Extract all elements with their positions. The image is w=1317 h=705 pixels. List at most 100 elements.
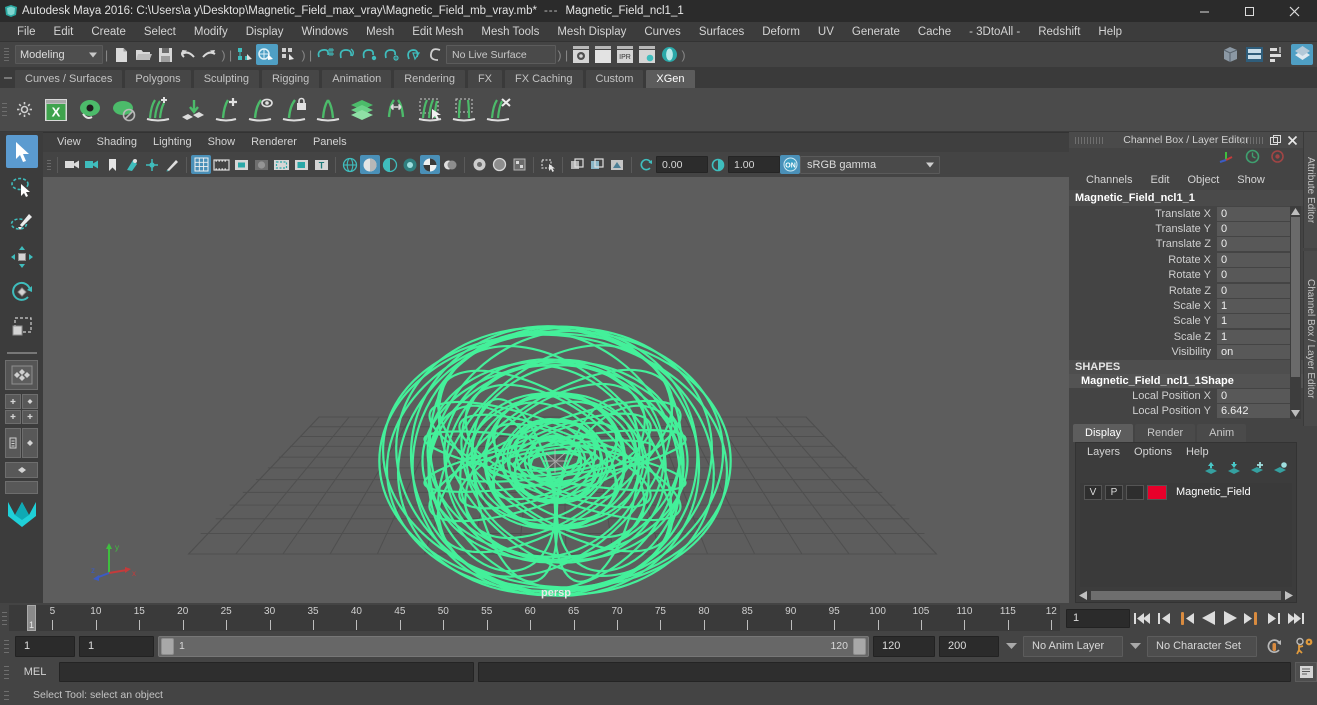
range-end-handle[interactable] [853, 637, 866, 655]
layout-preset-bar[interactable] [5, 481, 38, 494]
auto-keyframe-icon[interactable] [1261, 637, 1287, 656]
xgen-add-guide-icon[interactable] [209, 92, 243, 128]
layer-menu-layers[interactable]: Layers [1080, 443, 1127, 461]
persp-graph-layout-button[interactable] [5, 462, 38, 478]
hypershade-render-view-icon[interactable] [658, 44, 680, 65]
xgen-view-guide-icon[interactable] [243, 92, 277, 128]
menu-modify[interactable]: Modify [185, 22, 237, 42]
shaded-wireframe-icon[interactable] [380, 155, 400, 174]
snap-to-grid-icon[interactable] [314, 44, 336, 65]
panel-gripper-left[interactable] [1075, 136, 1103, 144]
channel-value-field[interactable]: 1 [1217, 314, 1293, 329]
menu-set-selector[interactable]: Modeling [15, 45, 103, 64]
channel-value-field[interactable]: 1 [1217, 299, 1293, 314]
motion-blur-icon[interactable] [489, 155, 509, 174]
current-time-indicator[interactable]: 1 [27, 605, 36, 631]
menu-mesh-display[interactable]: Mesh Display [548, 22, 635, 42]
menu-generate[interactable]: Generate [843, 22, 909, 42]
shelf-tab-fx-caching[interactable]: FX Caching [504, 69, 584, 88]
shelf-tab-polygons[interactable]: Polygons [124, 69, 192, 88]
gamma-field[interactable]: 1.00 [728, 156, 780, 173]
viewport-toolbar-gripper[interactable] [45, 154, 53, 175]
tab-render[interactable]: Render [1135, 423, 1196, 442]
channel-value-field[interactable]: 6.642 [1217, 403, 1293, 418]
rotate-tool-button[interactable] [6, 275, 38, 308]
layer-new-from-selected-icon[interactable] [1273, 461, 1288, 480]
safe-title-icon[interactable] [291, 155, 311, 174]
range-end-field[interactable]: 120 [873, 635, 935, 657]
range-start-field[interactable]: 1 [79, 635, 154, 657]
scroll-down-arrow-icon[interactable] [1290, 409, 1301, 419]
grease-pencil-icon[interactable] [162, 155, 182, 174]
tab-display[interactable]: Display [1073, 423, 1134, 442]
scale-tool-button[interactable] [6, 310, 38, 343]
help-line-gripper[interactable] [2, 682, 11, 705]
panel-gripper-right[interactable] [1241, 136, 1263, 144]
multisample-icon[interactable] [509, 155, 529, 174]
screen-space-ao-icon[interactable] [469, 155, 489, 174]
layer-state-toggle[interactable] [1126, 484, 1144, 500]
channel-box-menu-show[interactable]: Show [1228, 170, 1274, 190]
menu-mesh[interactable]: Mesh [357, 22, 403, 42]
channel-box-scrollbar[interactable] [1290, 206, 1301, 419]
perspective-viewport[interactable]: y x z persp [43, 177, 1069, 603]
quad-view-bottom-left[interactable] [5, 409, 21, 424]
shelf-options-gear-icon[interactable] [9, 101, 39, 118]
xray-icon[interactable] [567, 155, 587, 174]
two-d-pan-zoom-icon[interactable] [142, 155, 162, 174]
script-editor-icon[interactable] [1295, 662, 1317, 682]
quad-view-bottom-right[interactable] [22, 409, 38, 424]
undock-panel-icon[interactable] [1268, 133, 1282, 147]
save-scene-icon[interactable] [154, 44, 176, 65]
select-by-hierarchy-icon[interactable] [234, 44, 256, 65]
step-back-frame-icon[interactable] [1176, 608, 1196, 628]
lasso-select-tool-button[interactable] [6, 170, 38, 203]
channel-value-field[interactable]: 0 [1217, 222, 1293, 237]
menu-curves[interactable]: Curves [635, 22, 689, 42]
redo-render-icon[interactable] [592, 44, 614, 65]
exposure-field[interactable]: 0.00 [656, 156, 708, 173]
viewport-menu-lighting[interactable]: Lighting [145, 133, 200, 152]
render-settings-icon[interactable] [636, 44, 658, 65]
step-back-keyframe-icon[interactable] [1154, 608, 1174, 628]
quad-view-top-right[interactable] [22, 394, 38, 409]
show-hide-attribute-editor-icon[interactable] [1243, 44, 1265, 65]
layer-row[interactable]: V P Magnetic_Field [1080, 483, 1292, 502]
xgen-editor-icon[interactable]: X [39, 92, 73, 128]
side-tab-channel-box[interactable]: Channel Box / Layer Editor [1303, 251, 1317, 426]
range-start-handle[interactable] [161, 637, 174, 655]
xgen-disable-preview-icon[interactable] [107, 92, 141, 128]
scroll-thumb[interactable] [1291, 217, 1300, 377]
xgen-mirror-guide-icon[interactable] [379, 92, 413, 128]
ipr-render-icon[interactable]: IPR [614, 44, 636, 65]
menu-mesh-tools[interactable]: Mesh Tools [472, 22, 548, 42]
channel-value-field[interactable]: 0 [1217, 268, 1293, 283]
new-scene-icon[interactable] [110, 44, 132, 65]
maximize-button[interactable] [1227, 0, 1272, 22]
menu-file[interactable]: File [8, 22, 45, 42]
layer-move-down-icon[interactable] [1227, 461, 1242, 480]
play-backwards-icon[interactable] [1198, 608, 1218, 628]
time-slider-gripper[interactable] [0, 605, 9, 631]
channel-value-field[interactable]: 0 [1217, 388, 1293, 403]
anim-layer-dropdown-icon[interactable] [1003, 642, 1019, 650]
snap-to-projected-center-icon[interactable] [380, 44, 402, 65]
viewport-menu-view[interactable]: View [49, 133, 89, 152]
xgen-add-description-icon[interactable] [141, 92, 175, 128]
select-by-object-type-icon[interactable] [256, 44, 278, 65]
scroll-up-arrow-icon[interactable] [1290, 206, 1301, 216]
scroll-thumb[interactable] [1091, 591, 1281, 600]
snap-to-view-plane-icon[interactable] [402, 44, 424, 65]
text-overlay-icon[interactable]: T [311, 155, 331, 174]
command-language-label[interactable]: MEL [15, 666, 55, 678]
menu-cache[interactable]: Cache [909, 22, 960, 42]
menu-select[interactable]: Select [135, 22, 185, 42]
paint-select-tool-button[interactable] [6, 205, 38, 238]
snap-to-curve-icon[interactable] [336, 44, 358, 65]
select-tool-button[interactable] [5, 135, 38, 168]
outliner-persp-layout-button[interactable] [5, 428, 38, 458]
exposure-reset-icon[interactable] [636, 155, 656, 174]
menu-3dtoall[interactable]: - 3DtoAll - [960, 22, 1029, 42]
time-slider-track[interactable]: 1 5 10 15 20 25 30 35 40 45 50 55 60 65 70 75 80 85 90 95 1… [9, 605, 1060, 631]
lock-camera-icon[interactable] [82, 155, 102, 174]
